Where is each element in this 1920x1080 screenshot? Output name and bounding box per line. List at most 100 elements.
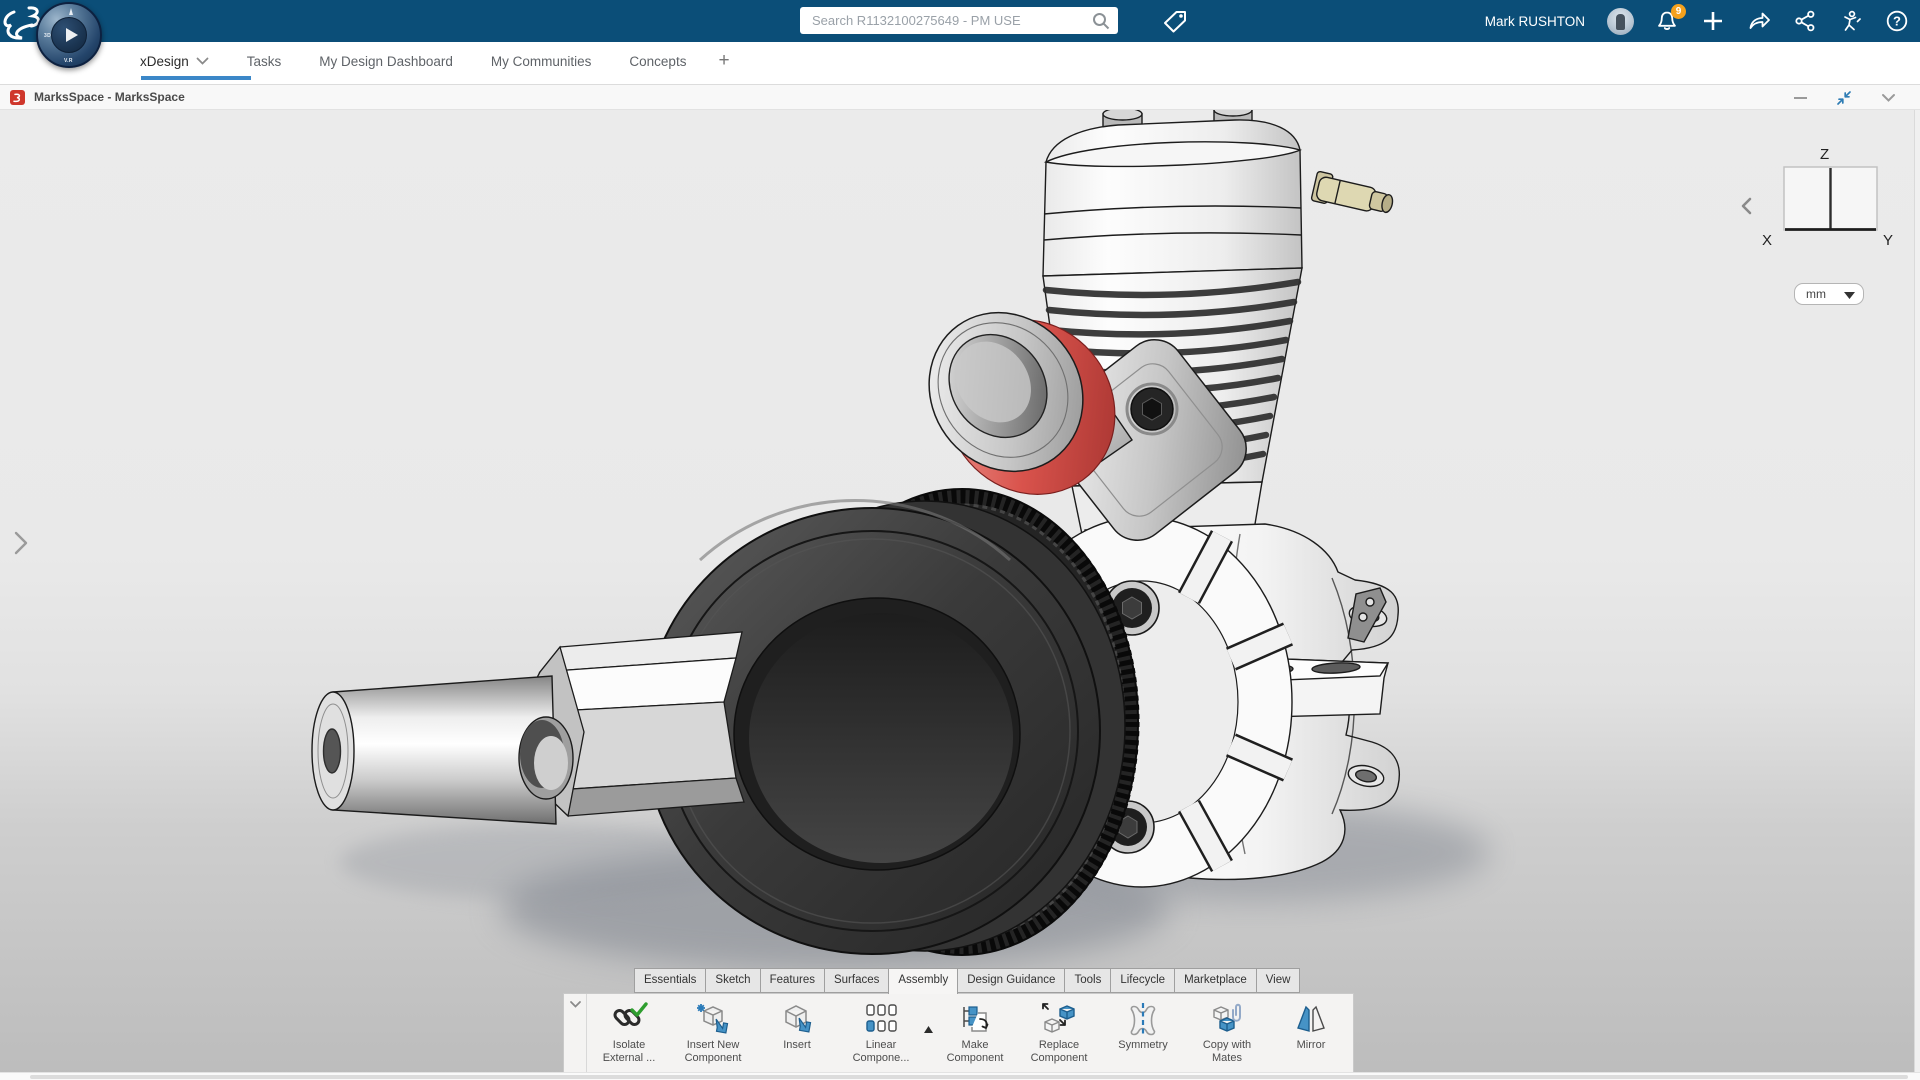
help-icon[interactable]: ?: [1884, 8, 1910, 34]
units-value: mm: [1806, 287, 1826, 301]
ribbon-tab-tools[interactable]: Tools: [1064, 968, 1111, 993]
tool-label: Linear: [865, 1039, 897, 1051]
tab-xdesign[interactable]: xDesign: [140, 54, 209, 69]
tool-symmetry[interactable]: Symmetry: [1101, 999, 1185, 1072]
tool-label: Replace: [1038, 1039, 1080, 1051]
add-content-plus-icon[interactable]: [1700, 8, 1726, 34]
tab-my-communities[interactable]: My Communities: [491, 54, 592, 69]
tool-label: Component: [1030, 1051, 1088, 1064]
ribbon-tab-design-guidance[interactable]: Design Guidance: [958, 968, 1065, 993]
active-tab-underline: [141, 76, 251, 80]
orientation-triad[interactable]: [1783, 166, 1878, 233]
workspace-title-bar: MarksSpace - MarksSpace: [0, 84, 1920, 110]
tool-label: Make: [961, 1039, 989, 1051]
share-forward-icon[interactable]: [1746, 8, 1772, 34]
chevron-down-icon[interactable]: [196, 57, 209, 65]
tool-linear-component-pattern[interactable]: Linear Compone...: [839, 999, 923, 1072]
tool-label: Symmetry: [1118, 1039, 1168, 1051]
compass-needle-icon: [69, 8, 73, 15]
ribbon-tab-sketch[interactable]: Sketch: [705, 968, 760, 993]
engine-assembly-model[interactable]: [0, 110, 1920, 1080]
tab-xdesign-label: xDesign: [140, 53, 189, 69]
xdesign-app-icon: [10, 89, 25, 105]
model-cross-hole: [518, 716, 574, 800]
tool-make-component[interactable]: Make Component: [933, 999, 1017, 1072]
expand-panel-handle[interactable]: [8, 528, 34, 558]
ribbon-tab-lifecycle[interactable]: Lifecycle: [1110, 968, 1175, 993]
tool-label: Insert: [783, 1039, 811, 1051]
tool-copy-with-mates[interactable]: Copy with Mates: [1185, 999, 1269, 1072]
compass-3d-mark: 3D: [44, 33, 51, 39]
linear-pattern-flyout-arrow[interactable]: [923, 987, 933, 1072]
tool-label: Component: [684, 1051, 742, 1064]
user-name[interactable]: Mark RUSHTON: [1485, 14, 1585, 29]
tab-concepts[interactable]: Concepts: [629, 54, 686, 69]
triad-z-label: Z: [1820, 146, 1830, 163]
ribbon-tab-surfaces[interactable]: Surfaces: [823, 968, 889, 993]
compass-play-button[interactable]: [51, 17, 87, 53]
ribbon-tab-assembly[interactable]: Assembly: [888, 968, 959, 994]
make-component-icon: [956, 999, 994, 1039]
search-icon[interactable]: [1090, 10, 1112, 32]
xdesign-app: Mark RUSHTON 9: [0, 0, 1920, 1080]
tool-mirror[interactable]: Mirror: [1269, 999, 1353, 1072]
tool-insert[interactable]: Insert: [755, 999, 839, 1072]
isolate-external-icon: [610, 999, 648, 1039]
triad-x-label: X: [1762, 232, 1773, 249]
search-input[interactable]: [800, 7, 1118, 34]
help-glyph: ?: [1893, 14, 1901, 29]
tab-tasks[interactable]: Tasks: [247, 54, 282, 69]
replace-component-icon: [1040, 999, 1078, 1039]
notification-badge: 9: [1671, 4, 1686, 19]
mirror-icon: [1292, 999, 1330, 1039]
symmetry-icon: [1124, 999, 1162, 1039]
compass-3dexperience-button[interactable]: 3D V.R: [36, 2, 102, 68]
ribbon-tab-features[interactable]: Features: [759, 968, 824, 993]
dropdown-arrow-icon: [1844, 292, 1855, 299]
model-crankshaft[interactable]: [311, 675, 574, 825]
user-avatar[interactable]: [1607, 7, 1634, 35]
expand-chevron-button[interactable]: [1880, 90, 1896, 106]
tool-replace-component[interactable]: Replace Component: [1017, 999, 1101, 1072]
linear-component-pattern-icon: [862, 999, 900, 1039]
3d-viewport[interactable]: Z X Y mm Essentials Sketch Features Surf…: [0, 110, 1920, 1080]
viewport-right-edge: [1914, 110, 1920, 1080]
triad-collapse-chevron-icon[interactable]: [1738, 196, 1754, 216]
minimize-button[interactable]: [1792, 90, 1808, 106]
tool-isolate-external[interactable]: Isolate External ...: [587, 999, 671, 1072]
tool-label: Isolate: [612, 1039, 646, 1051]
play-icon: [66, 28, 78, 42]
ribbon-tab-essentials[interactable]: Essentials: [634, 968, 706, 993]
collapse-window-button[interactable]: [1836, 90, 1852, 106]
tab-my-design-dashboard[interactable]: My Design Dashboard: [319, 54, 453, 69]
ribbon-tab-marketplace[interactable]: Marketplace: [1174, 968, 1256, 993]
tag-icon[interactable]: [1160, 7, 1190, 35]
units-dropdown[interactable]: mm: [1794, 283, 1864, 305]
top-header-bar: Mark RUSHTON 9: [0, 0, 1920, 42]
swym-communities-icon[interactable]: [1838, 8, 1864, 34]
ribbon-tab-strip: Essentials Sketch Features Surfaces Asse…: [634, 968, 1301, 994]
tool-label: External ...: [602, 1051, 656, 1064]
insert-icon: [778, 999, 816, 1039]
model-fuel-nipple[interactable]: [1310, 170, 1396, 218]
tool-insert-new-component[interactable]: Insert New Component: [671, 999, 755, 1072]
header-actions: Mark RUSHTON 9 ?: [1485, 0, 1910, 42]
model-carb-hex-screw[interactable]: [1125, 382, 1179, 436]
horizontal-scrollbar-thumb[interactable]: [30, 1075, 1908, 1079]
model-cylinder-head[interactable]: [1042, 110, 1303, 277]
tool-label: Mirror: [1296, 1039, 1326, 1051]
notifications-bell-icon[interactable]: 9: [1654, 4, 1686, 34]
triad-y-label: Y: [1883, 232, 1894, 249]
tool-label: Mates: [1212, 1051, 1242, 1064]
tool-label: Copy with: [1202, 1039, 1252, 1051]
add-tab-button[interactable]: +: [718, 50, 729, 72]
share-network-icon[interactable]: [1792, 8, 1818, 34]
ribbon-tab-view[interactable]: View: [1255, 968, 1301, 993]
assembly-toolbar: Isolate External ... Insert New Componen…: [563, 993, 1354, 1073]
horizontal-scrollbar: [0, 1072, 1920, 1080]
app-tab-bar: xDesign Tasks My Design Dashboard My Com…: [0, 42, 1920, 80]
tool-label: Compone...: [852, 1051, 910, 1064]
tool-label: Insert New: [686, 1039, 740, 1051]
copy-with-mates-icon: [1208, 999, 1246, 1039]
toolbar-collapse-chevron[interactable]: [564, 994, 587, 1072]
